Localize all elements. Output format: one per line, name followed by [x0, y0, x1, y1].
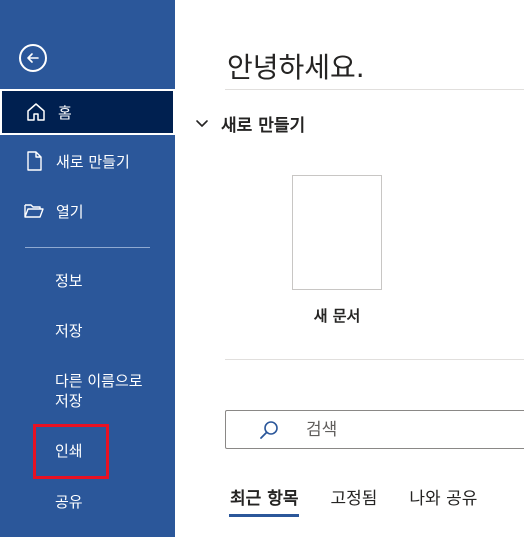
folder-open-icon	[22, 199, 46, 223]
tab-recent[interactable]: 최근 항목	[228, 484, 300, 517]
page-title: 안녕하세요.	[227, 51, 365, 84]
sidebar-divider	[25, 247, 150, 248]
new-document-icon	[22, 149, 46, 173]
back-button[interactable]	[19, 44, 47, 72]
file-tabs: 최근 항목 고정됨 나와 공유	[228, 484, 509, 517]
sidebar-item-info[interactable]: 정보	[55, 271, 83, 291]
backstage-main: 안녕하세요. 새로 만들기 새 문서 최근 항목 고정됨 나와 공유	[175, 0, 524, 537]
chevron-down-icon	[196, 119, 208, 127]
sidebar-item-save-as[interactable]: 다른 이름으로 저장	[55, 371, 143, 411]
new-section-toggle[interactable]: 새로 만들기	[195, 111, 305, 136]
sidebar-item-new[interactable]: 새로 만들기	[0, 138, 175, 184]
search-icon	[258, 418, 282, 442]
home-icon	[24, 100, 48, 124]
title-divider	[225, 89, 524, 90]
tab-pinned[interactable]: 고정됨	[330, 484, 377, 517]
sidebar-item-share[interactable]: 공유	[55, 492, 83, 512]
sidebar-item-label: 새로 만들기	[56, 152, 130, 171]
blank-document-label: 새 문서	[313, 307, 361, 325]
sidebar-item-save[interactable]: 저장	[55, 321, 83, 341]
sidebar-item-label: 홈	[58, 103, 72, 122]
backstage-sidebar: 홈 새로 만들기 열기 정보 저장 다른 이름으로 저장 인쇄 공유	[0, 0, 175, 537]
sidebar-item-open[interactable]: 열기	[0, 188, 175, 234]
search-box[interactable]	[225, 410, 524, 449]
sidebar-item-label: 열기	[56, 202, 84, 221]
print-highlight-box	[33, 424, 109, 479]
back-arrow-icon	[27, 53, 39, 63]
section-divider	[225, 359, 524, 360]
tab-shared-with-me[interactable]: 나와 공유	[409, 484, 477, 517]
section-title: 새로 만들기	[221, 116, 306, 136]
sidebar-item-home[interactable]: 홈	[0, 89, 175, 135]
blank-document-thumbnail[interactable]	[292, 175, 382, 290]
search-input[interactable]	[304, 418, 508, 441]
